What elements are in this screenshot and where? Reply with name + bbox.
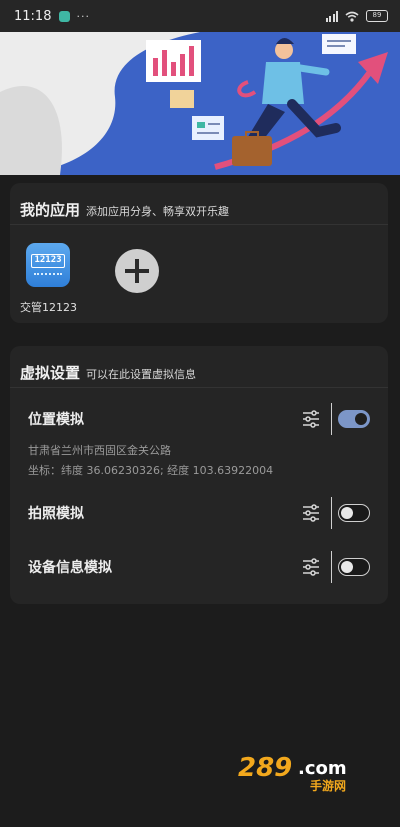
app-tile-jiaoguan[interactable]: 12123 交管12123	[20, 243, 77, 315]
location-sim-toggle[interactable]	[338, 410, 370, 428]
device-info-sim-toggle[interactable]	[338, 558, 370, 576]
battery-icon: 89	[366, 10, 388, 22]
notification-app-icon	[59, 10, 71, 22]
banner-illustration	[0, 32, 388, 175]
device-info-sim-label: 设备信息模拟	[28, 560, 112, 576]
add-app-button[interactable]	[115, 249, 159, 293]
photo-sim-toggle[interactable]	[338, 504, 370, 522]
site-watermark-logo: 289 .com 手游网	[238, 753, 347, 792]
my-apps-title: 我的应用	[20, 201, 81, 219]
tune-settings-icon[interactable]	[301, 503, 321, 523]
photo-sim-label: 拍照模拟	[28, 506, 84, 522]
device-info-sim-row: 设备信息模拟	[28, 551, 370, 583]
virtual-settings-card: 虚拟设置 可以在此设置虚拟信息 位置模拟 甘肃省兰州市西固区金关公路 坐标：纬度…	[10, 346, 388, 604]
promo-banner[interactable]	[0, 32, 400, 175]
traffic-app-icon[interactable]: 12123	[26, 243, 70, 287]
my-apps-subtitle: 添加应用分身、畅享双开乐趣	[86, 205, 230, 218]
more-notifications-icon: ···	[76, 9, 90, 23]
tune-settings-icon[interactable]	[301, 409, 321, 429]
my-apps-header: 我的应用 添加应用分身、畅享双开乐趣	[10, 183, 388, 225]
virtual-settings-title: 虚拟设置	[20, 364, 81, 382]
wifi-icon	[345, 11, 359, 22]
row-divider	[330, 551, 332, 583]
virtual-settings-subtitle: 可以在此设置虚拟信息	[86, 368, 197, 381]
signal-icon	[325, 10, 338, 22]
status-time: 11:18	[14, 8, 52, 24]
tune-settings-icon[interactable]	[301, 557, 321, 577]
location-address: 甘肃省兰州市西固区金关公路	[28, 444, 171, 457]
row-divider	[330, 403, 332, 435]
app-label: 交管12123	[20, 301, 77, 314]
virtual-settings-header: 虚拟设置 可以在此设置虚拟信息	[10, 346, 388, 388]
row-divider	[330, 497, 332, 529]
location-sim-label: 位置模拟	[28, 412, 84, 428]
location-coordinates: 坐标：纬度 36.06230326; 经度 103.63922004	[28, 464, 274, 477]
my-apps-card: 我的应用 添加应用分身、畅享双开乐趣 12123 交管12123	[10, 183, 388, 323]
location-sim-row: 位置模拟	[28, 403, 370, 435]
app-icon-plate-text: 12123	[31, 254, 65, 268]
svg-text:289: 289	[238, 753, 292, 783]
svg-text:.com: .com	[298, 758, 347, 779]
svg-text:手游网: 手游网	[310, 778, 346, 792]
plus-icon	[125, 259, 149, 283]
photo-sim-row: 拍照模拟	[28, 497, 370, 529]
status-bar: 11:18 ··· 89	[0, 0, 400, 32]
